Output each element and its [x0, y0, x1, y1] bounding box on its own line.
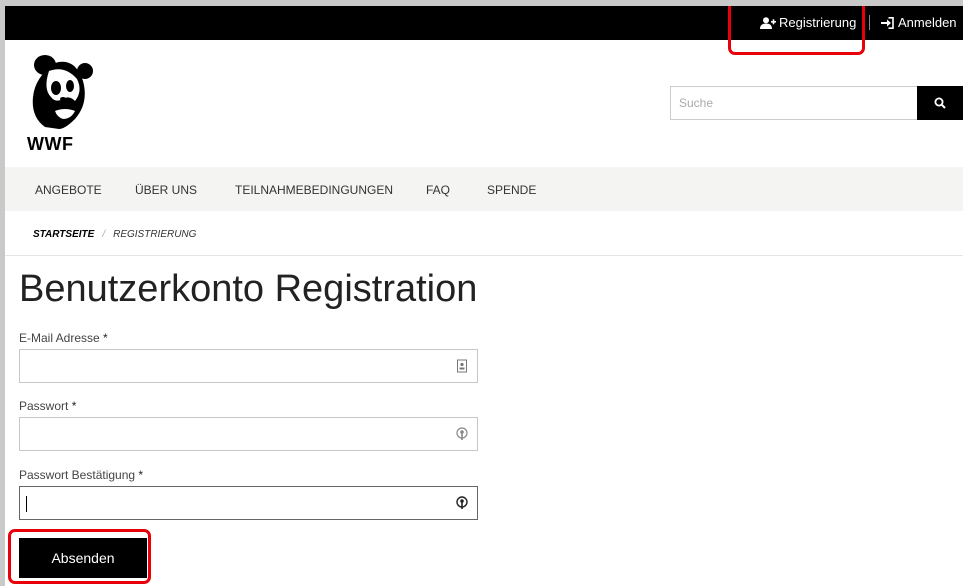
nav-item-teilnahmebedingungen[interactable]: TEILNAHMEBEDINGUNGEN: [235, 183, 393, 197]
login-label: Anmelden: [898, 15, 957, 30]
logo-text: WWF: [27, 134, 74, 154]
required-marker: *: [138, 468, 144, 482]
required-marker: *: [103, 331, 108, 345]
email-label: E-Mail Adresse *: [19, 331, 108, 345]
page: Registrierung Anmelden WWF ANGEBOTE: [5, 6, 963, 586]
password-confirm-label: Passwort Bestätigung *: [19, 468, 143, 482]
password-label: Passwort *: [19, 399, 76, 413]
login-link[interactable]: Anmelden: [881, 15, 957, 30]
nav-item-spende[interactable]: SPENDE: [487, 183, 536, 197]
required-marker: *: [71, 399, 77, 413]
text-caret: [26, 496, 27, 512]
sign-in-icon: [881, 16, 894, 29]
password-field[interactable]: [19, 417, 478, 451]
breadcrumb-current: REGISTRIERUNG: [113, 229, 197, 240]
page-title: Benutzerkonto Registration: [19, 268, 478, 310]
email-field[interactable]: [19, 349, 478, 383]
divider: [5, 255, 963, 256]
breadcrumb-separator: /: [102, 229, 106, 240]
topbar-separator: [869, 15, 870, 30]
top-bar: Registrierung Anmelden: [5, 6, 963, 40]
key-icon: [456, 427, 468, 440]
user-plus-icon: [760, 16, 776, 29]
contact-card-icon: [457, 359, 467, 373]
search-button[interactable]: [917, 86, 963, 120]
password-label-text: Passwort: [19, 399, 69, 413]
breadcrumb-home[interactable]: STARTSEITE: [33, 229, 94, 240]
register-link[interactable]: Registrierung: [760, 15, 856, 30]
password-confirm-label-text: Passwort Bestätigung: [19, 468, 136, 482]
nav-item-faq[interactable]: FAQ: [426, 183, 450, 197]
search-icon: [934, 97, 946, 109]
search-input[interactable]: [670, 86, 918, 120]
email-label-text: E-Mail Adresse: [19, 331, 100, 345]
key-icon: [456, 496, 468, 509]
breadcrumb: STARTSEITE / REGISTRIERUNG: [33, 229, 196, 240]
register-label: Registrierung: [779, 15, 857, 30]
nav-item-ueber-uns[interactable]: ÜBER UNS: [135, 183, 197, 197]
main-nav: ANGEBOTE ÜBER UNS TEILNAHMEBEDINGUNGEN F…: [5, 167, 963, 211]
nav-item-angebote[interactable]: ANGEBOTE: [35, 183, 102, 197]
password-confirm-field[interactable]: [19, 486, 478, 520]
submit-button[interactable]: Absenden: [19, 538, 147, 578]
